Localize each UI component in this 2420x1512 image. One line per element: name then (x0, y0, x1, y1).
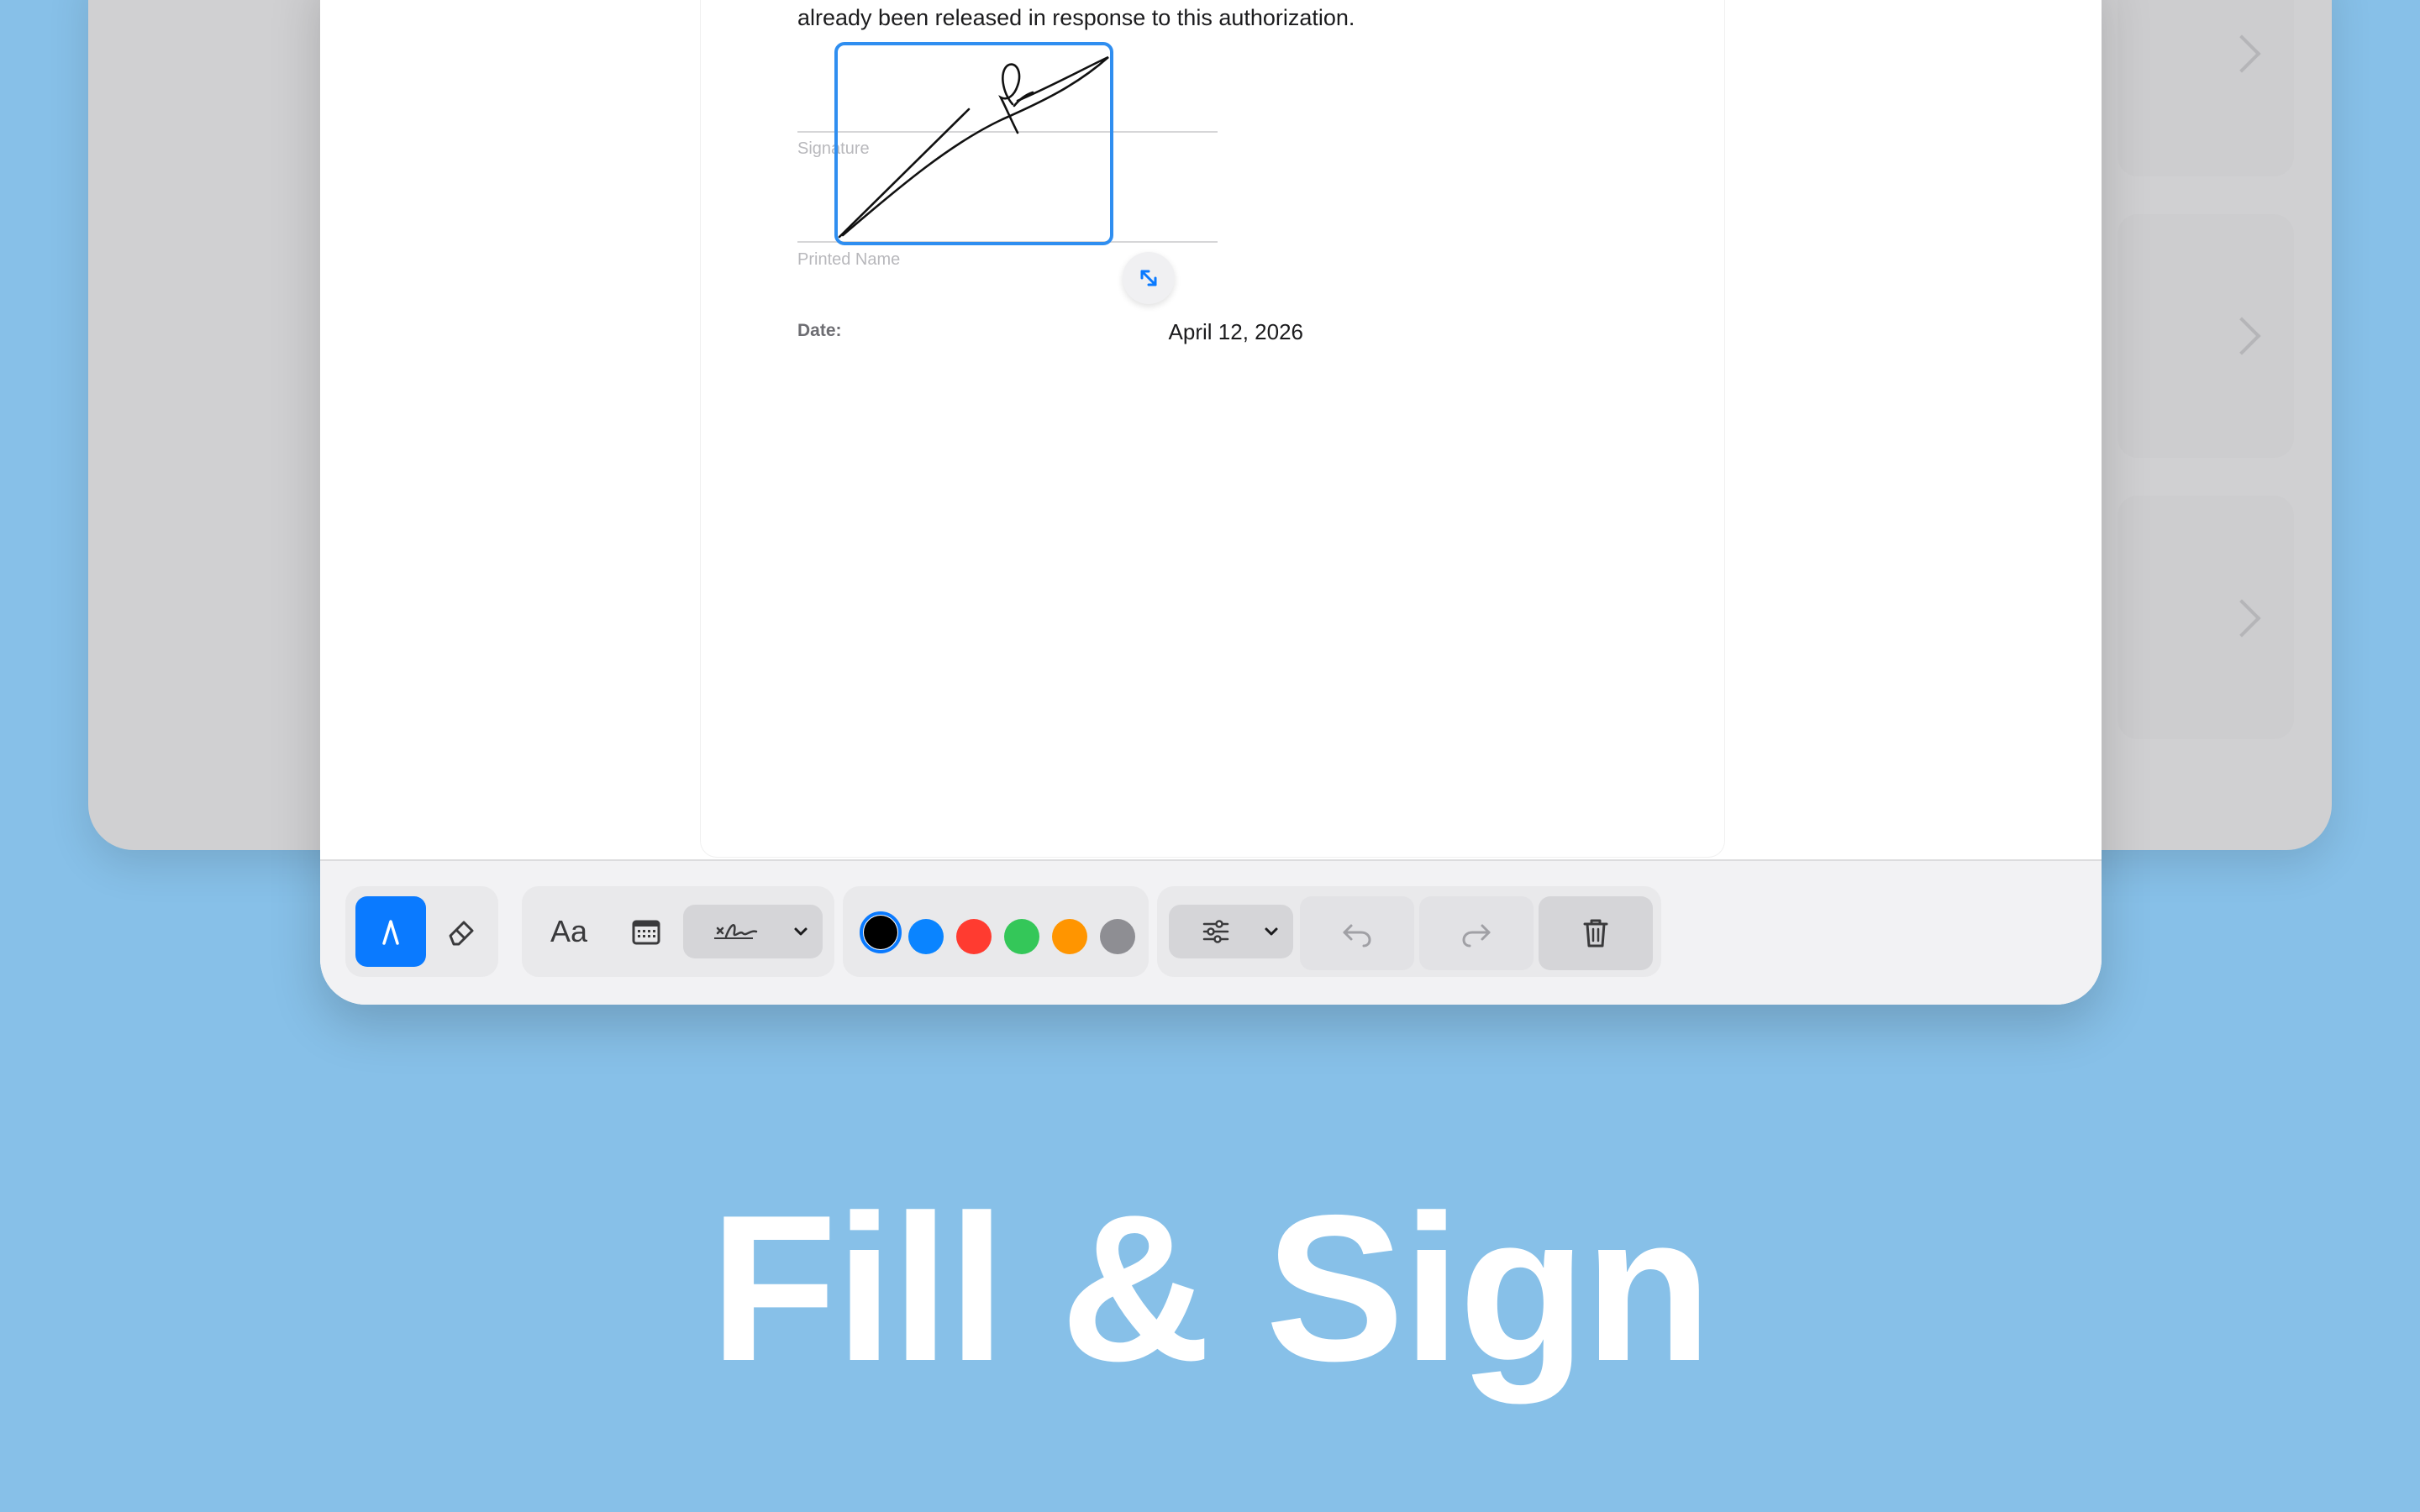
date-value[interactable]: April 12, 2026 (1075, 319, 1303, 345)
date-label: Date: (797, 321, 842, 340)
pen-icon (382, 920, 399, 945)
signature-icon (714, 924, 758, 939)
text-tool-button[interactable]: Aa (537, 896, 601, 967)
redo-icon (1462, 924, 1491, 948)
chevron-down-icon (1265, 927, 1278, 936)
resize-arrows-icon (1140, 270, 1157, 286)
date-tool-button[interactable] (614, 896, 678, 967)
chevron-down-icon (794, 927, 808, 936)
color-swatch-red[interactable] (956, 919, 992, 954)
printed-name-label: Printed Name (797, 250, 901, 269)
edit-actions-group (1157, 886, 1661, 977)
redo-button[interactable] (1419, 896, 1534, 970)
background-list-row (2118, 214, 2294, 458)
markup-toolbar: Aa (320, 859, 2102, 1005)
undo-icon (1343, 924, 1371, 948)
eraser-tool-button[interactable] (429, 896, 493, 967)
sliders-icon (1202, 920, 1229, 943)
eraser-icon (449, 921, 474, 946)
color-swatch-black[interactable] (864, 916, 897, 949)
resize-button[interactable] (1123, 252, 1175, 304)
pen-tool-button[interactable] (355, 896, 426, 967)
background-list-row (2118, 0, 2294, 176)
editor-window: already been released in response to thi… (320, 0, 2102, 1005)
signature-selection-box[interactable] (834, 42, 1113, 245)
color-swatch-blue[interactable] (908, 919, 944, 954)
delete-button[interactable] (1539, 896, 1653, 970)
undo-button[interactable] (1300, 896, 1414, 970)
insert-tools-group: Aa (522, 886, 834, 977)
background-list-row (2118, 496, 2294, 739)
calendar-icon (632, 920, 660, 945)
headline-title: Fill & Sign (709, 1171, 1712, 1404)
color-palette-group (843, 886, 1149, 977)
document-body-text: already been released in response to thi… (797, 5, 1355, 30)
drawing-tools-group (345, 886, 498, 977)
stroke-settings-button[interactable] (1169, 905, 1293, 958)
color-swatch-gray[interactable] (1100, 919, 1135, 954)
trash-icon (1583, 919, 1608, 948)
color-swatch-green[interactable] (1004, 919, 1039, 954)
signature-tool-button[interactable] (683, 905, 823, 958)
color-swatch-orange[interactable] (1052, 919, 1087, 954)
